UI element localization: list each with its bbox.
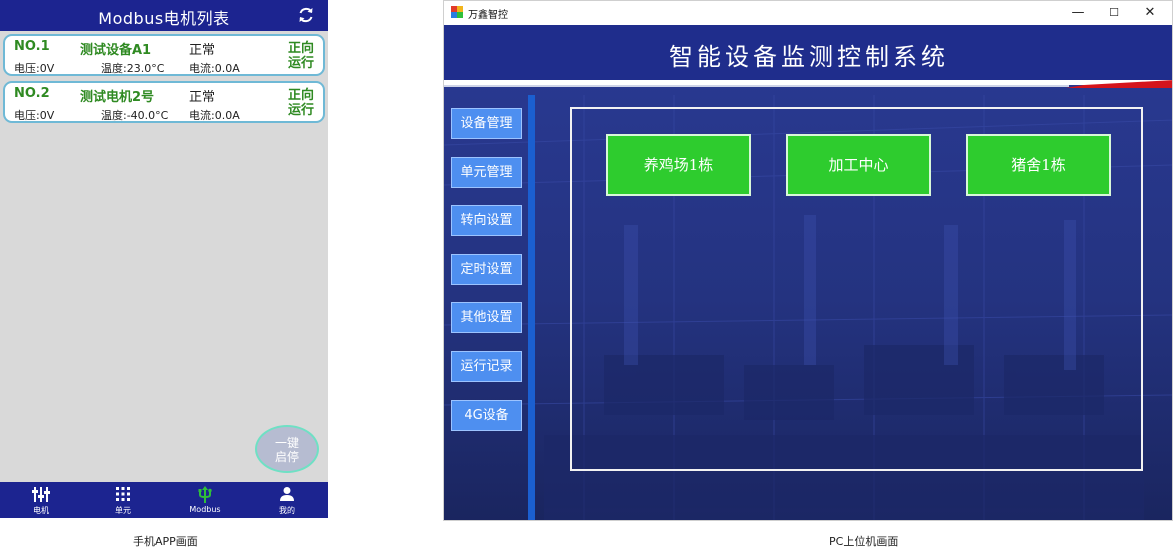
motor-icon <box>32 487 50 502</box>
current-reading: 电流:0.0A <box>189 62 240 75</box>
refresh-icon[interactable] <box>296 5 316 25</box>
app-logo-icon <box>451 6 463 18</box>
voltage-reading: 电压:0V <box>14 109 55 122</box>
menu-run-log[interactable]: 运行记录 <box>451 351 522 382</box>
nav-label: 电机 <box>33 506 49 515</box>
run-direction: 正向 运行 <box>280 88 314 118</box>
nav-item-profile[interactable]: 我的 <box>246 482 328 518</box>
nav-label: 我的 <box>279 506 295 515</box>
modbus-icon <box>198 486 212 503</box>
zone-button-processing-center[interactable]: 加工中心 <box>786 134 931 196</box>
device-card[interactable]: NO.1 测试设备A1 正常 正向 运行 电压:0V 温度:23.0°C 电流:… <box>3 34 325 76</box>
run-direction-line2: 运行 <box>287 103 314 118</box>
device-name: 测试电机2号 <box>80 90 155 105</box>
window-titlebar[interactable]: 万鑫智控 — ☐ ✕ <box>444 1 1172 25</box>
zone-button-pig-house[interactable]: 猪舍1栋 <box>966 134 1111 196</box>
run-direction: 正向 运行 <box>280 41 314 71</box>
grid-icon <box>116 487 130 501</box>
pc-caption: PC上位机画面 <box>829 535 899 548</box>
device-status: 正常 <box>189 90 216 105</box>
run-direction-line1: 正向 <box>287 88 314 103</box>
one-key-start-stop-button[interactable]: 一键 启停 <box>255 425 319 473</box>
voltage-reading: 电压:0V <box>14 62 55 75</box>
temperature-reading: 温度:-40.0°C <box>101 109 169 122</box>
fab-label-line2: 启停 <box>274 450 299 464</box>
maximize-button[interactable]: ☐ <box>1096 2 1132 24</box>
app-caption: 手机APP画面 <box>133 535 198 548</box>
user-icon <box>280 487 294 501</box>
mobile-app-screen: Modbus电机列表 NO.1 测试设备A1 正常 正向 运行 电压:0V 温度… <box>0 0 328 518</box>
device-number: NO.1 <box>14 39 50 54</box>
current-reading: 电流:0.0A <box>189 109 240 122</box>
window-title: 万鑫智控 <box>468 10 508 21</box>
screenshot-canvas: Modbus电机列表 NO.1 测试设备A1 正常 正向 运行 电压:0V 温度… <box>0 0 1173 551</box>
nav-label: 单元 <box>115 506 131 515</box>
app-client-area: 智能设备监测控制系统 设备管理 单元管理 转向设置 定时设置 其他设置 运行记录… <box>444 25 1172 520</box>
sidebar-divider <box>528 95 535 520</box>
close-button[interactable]: ✕ <box>1132 2 1168 24</box>
nav-item-motor[interactable]: 电机 <box>0 482 82 518</box>
minimize-button[interactable]: — <box>1060 2 1096 24</box>
menu-timer-settings[interactable]: 定时设置 <box>451 254 522 285</box>
run-direction-line1: 正向 <box>287 41 314 56</box>
fab-label-line1: 一键 <box>274 436 299 450</box>
app-header: Modbus电机列表 <box>0 0 328 31</box>
system-title: 智能设备监测控制系统 <box>669 43 949 71</box>
menu-other-settings[interactable]: 其他设置 <box>451 302 522 333</box>
device-card[interactable]: NO.2 测试电机2号 正常 正向 运行 电压:0V 温度:-40.0°C 电流… <box>3 81 325 123</box>
nav-label: Modbus <box>189 505 221 514</box>
bottom-nav: 电机 单元 Modbus 我的 <box>0 482 328 518</box>
device-status: 正常 <box>189 43 216 58</box>
temperature-reading: 温度:23.0°C <box>101 62 165 75</box>
header-stripe <box>444 80 1172 88</box>
device-number: NO.2 <box>14 86 50 101</box>
app-title: Modbus电机列表 <box>98 9 230 28</box>
header-band: 智能设备监测控制系统 <box>444 25 1172 80</box>
run-direction-line2: 运行 <box>287 56 314 71</box>
menu-4g-devices[interactable]: 4G设备 <box>451 400 522 431</box>
nav-item-modbus[interactable]: Modbus <box>164 482 246 518</box>
nav-item-unit[interactable]: 单元 <box>82 482 164 518</box>
pc-window: 万鑫智控 — ☐ ✕ 智能设备监测控制系统 设备管理 单元管理 转向设置 定时设… <box>443 0 1173 521</box>
menu-device-management[interactable]: 设备管理 <box>451 108 522 139</box>
zone-button-chicken-farm[interactable]: 养鸡场1栋 <box>606 134 751 196</box>
menu-unit-management[interactable]: 单元管理 <box>451 157 522 188</box>
menu-direction-settings[interactable]: 转向设置 <box>451 205 522 236</box>
device-name: 测试设备A1 <box>80 43 152 58</box>
